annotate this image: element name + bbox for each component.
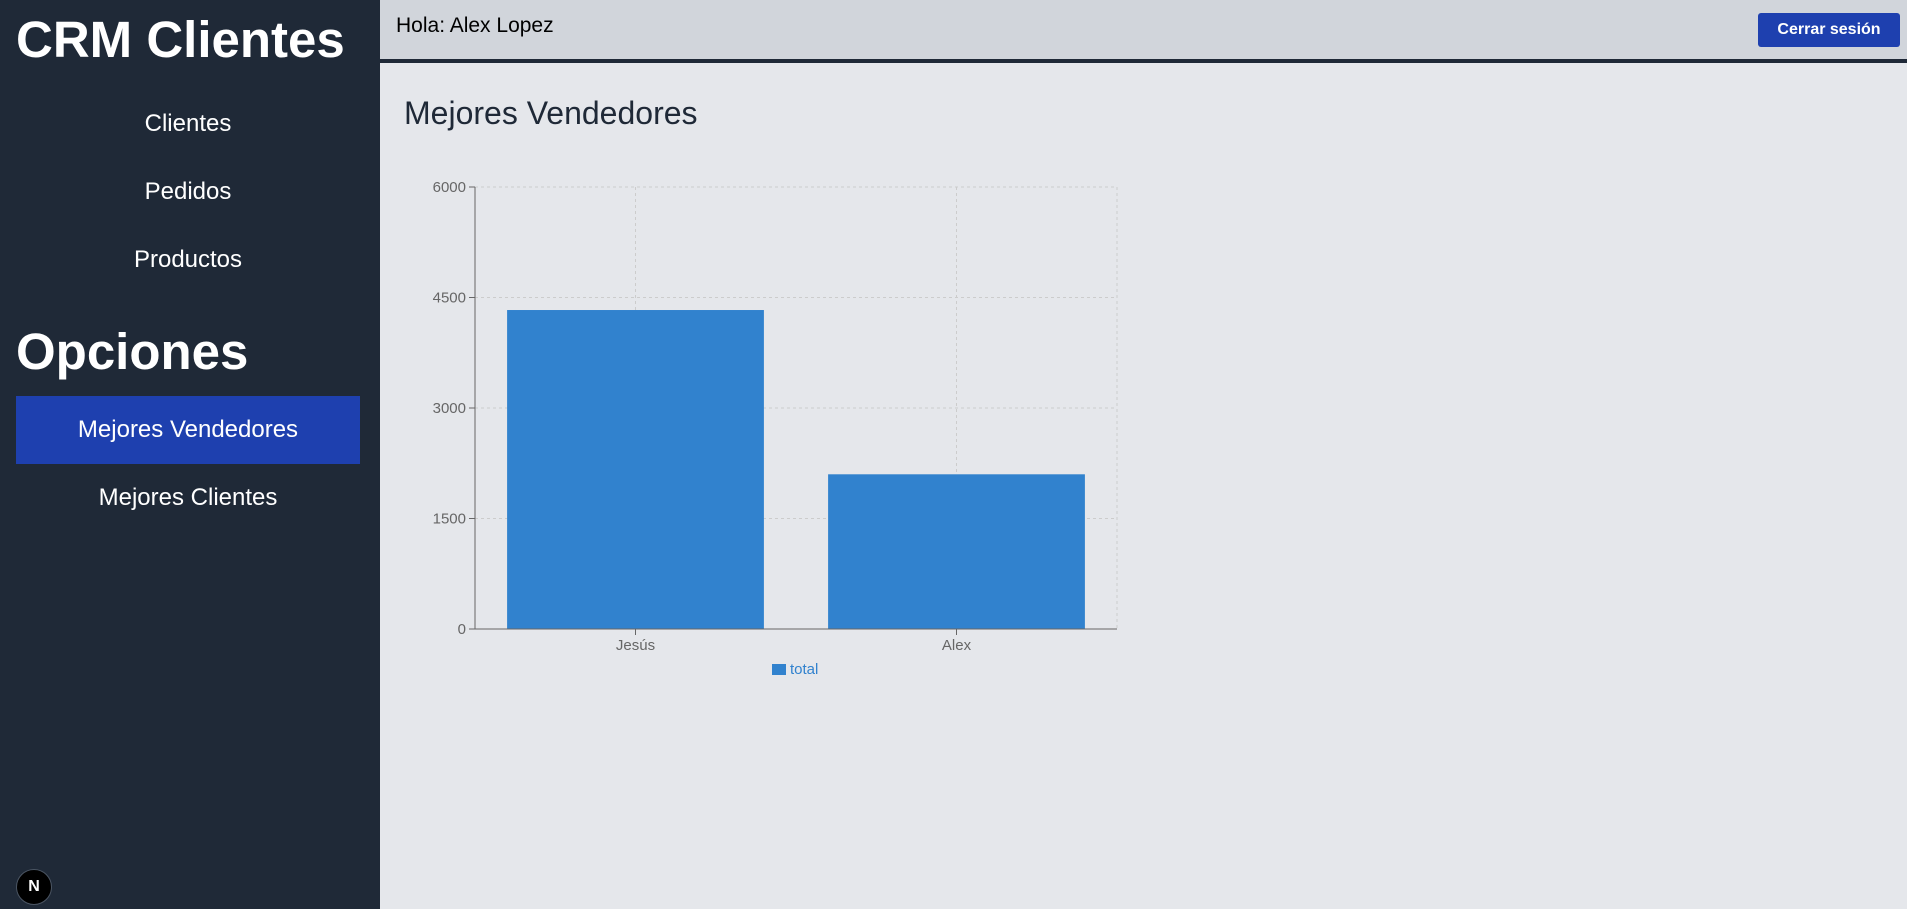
y-tick-label: 1500 [433, 511, 466, 528]
nav-item-mejores-clientes[interactable]: Mejores Clientes [16, 464, 360, 532]
x-tick-label: Alex [942, 637, 972, 654]
sidebar: CRM Clientes Clientes Pedidos Productos … [0, 0, 380, 909]
nav-item-clientes[interactable]: Clientes [16, 90, 360, 158]
x-tick-label: Jesús [616, 637, 655, 654]
page-title: Mejores Vendedores [404, 95, 698, 131]
y-tick-label: 3000 [433, 400, 466, 417]
main-nav: Clientes Pedidos Productos [16, 90, 360, 294]
options-nav: Mejores Vendedores Mejores Clientes [16, 396, 360, 532]
legend-label: total [790, 661, 818, 678]
options-section-title: Opciones [16, 323, 249, 380]
y-tick-label: 4500 [433, 290, 466, 307]
brand-title: CRM Clientes [16, 11, 345, 68]
best-sellers-bar-chart: 0 1500 3000 4500 6000 Jesús Alex total [433, 179, 1118, 678]
y-tick-label: 0 [458, 621, 466, 638]
nav-item-mejores-vendedores[interactable]: Mejores Vendedores [16, 396, 360, 464]
top-bar: Hola: Alex Lopez Cerrar sesión [380, 0, 1907, 63]
next-dev-badge-icon[interactable]: N [16, 869, 52, 905]
nav-item-productos[interactable]: Productos [16, 226, 360, 294]
bar-2 [828, 474, 1085, 629]
legend-swatch [772, 664, 786, 675]
logout-button[interactable]: Cerrar sesión [1758, 13, 1900, 47]
user-greeting: Hola: Alex Lopez [396, 14, 554, 37]
nav-item-pedidos[interactable]: Pedidos [16, 158, 360, 226]
y-tick-label: 6000 [433, 179, 466, 196]
bar-1 [507, 310, 764, 629]
